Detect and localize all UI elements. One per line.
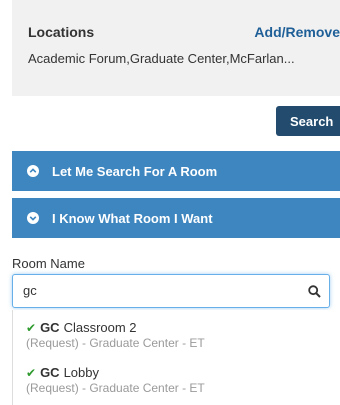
locations-value: Academic Forum,Graduate Center,McFarlan.… xyxy=(28,51,295,66)
list-item[interactable]: ✔ GC Classroom 2 (Request) - Graduate Ce… xyxy=(26,320,205,350)
room-detail: (Request) - Graduate Center - ET xyxy=(26,381,205,395)
room-name: Lobby xyxy=(63,365,99,380)
accordion-search-for-room[interactable]: Let Me Search For A Room xyxy=(12,151,340,191)
chevron-down-circle-icon xyxy=(27,212,39,224)
room-name-input[interactable] xyxy=(23,283,303,298)
accordion-know-room[interactable]: I Know What Room I Want xyxy=(12,198,340,238)
search-button[interactable]: Search xyxy=(276,106,340,136)
room-detail: (Request) - Graduate Center - ET xyxy=(26,336,205,350)
room-code: GC xyxy=(40,320,60,335)
checkmark-icon: ✔ xyxy=(26,320,37,335)
locations-title: Locations xyxy=(28,24,95,40)
search-icon[interactable] xyxy=(308,285,321,303)
room-results-list: ✔ GC Classroom 2 (Request) - Graduate Ce… xyxy=(12,310,340,405)
locations-panel: Locations Add/Remove Academic Forum,Grad… xyxy=(12,0,340,96)
room-name-field[interactable] xyxy=(12,274,330,308)
room-name: Classroom 2 xyxy=(63,320,137,335)
room-code: GC xyxy=(40,365,60,380)
accordion-label: Let Me Search For A Room xyxy=(52,163,218,179)
room-name-label: Room Name xyxy=(12,256,85,271)
chevron-up-circle-icon xyxy=(27,165,39,177)
list-item[interactable]: ✔ GC Lobby (Request) - Graduate Center -… xyxy=(26,365,205,395)
add-remove-link[interactable]: Add/Remove xyxy=(254,24,340,40)
accordion-label: I Know What Room I Want xyxy=(52,210,213,226)
checkmark-icon: ✔ xyxy=(26,365,37,380)
